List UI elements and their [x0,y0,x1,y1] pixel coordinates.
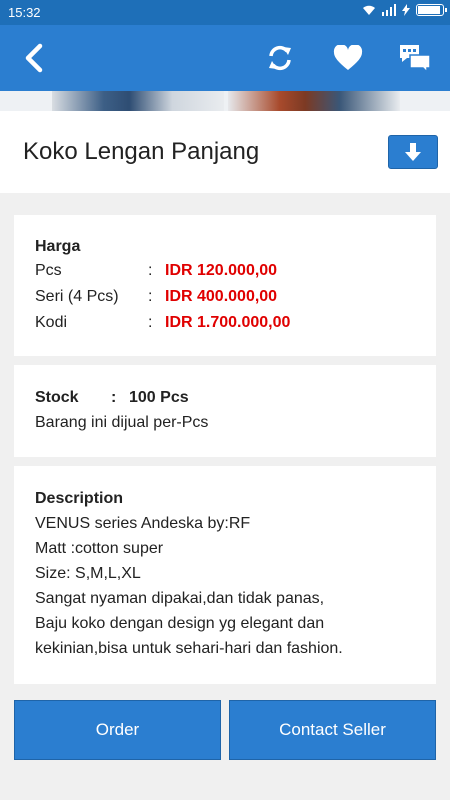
signal-icon [382,4,396,16]
stock-value: 100 Pcs [129,389,189,406]
stock-note: Barang ini dijual per-Pcs [35,414,209,431]
wifi-icon [363,5,375,15]
price-card: Harga Pcs : IDR 120.000,00 Seri (4 Pcs) … [14,215,436,356]
price-label-seri: Seri (4 Pcs) [35,288,119,305]
description-line: kekinian,bisa untuk sehari-hari dan fash… [35,640,343,657]
stock-sep: : [111,389,117,406]
back-arrow-icon [25,43,43,73]
price-sep-seri: : [148,288,153,305]
product-image-1[interactable] [52,91,224,111]
status-icons [362,4,447,16]
favorite-button[interactable] [330,40,366,76]
description-card: Description VENUS series Andeska by:RF M… [14,466,436,684]
back-button[interactable] [16,40,52,76]
refresh-icon [269,45,291,71]
description-line: Matt :cotton super [35,540,164,557]
status-bar: 15:32 [0,0,450,25]
product-image-strip[interactable] [0,91,450,111]
description-line: Sangat nyaman dipakai,dan tidak panas, [35,590,325,607]
download-button[interactable] [388,135,438,169]
charging-icon [402,4,410,16]
price-value-pcs: IDR 120.000,00 [165,262,278,279]
price-sep-kodi: : [148,314,153,331]
heart-icon [333,45,363,70]
description-line: Size: S,M,L,XL [35,565,141,582]
price-value-seri: IDR 400.000,00 [165,288,278,305]
refresh-button[interactable] [262,40,298,76]
order-button[interactable]: Order [14,700,221,760]
product-header: Koko Lengan Panjang [0,111,450,193]
download-arrow-icon [405,143,421,161]
product-image-2[interactable] [228,91,400,111]
price-heading: Harga [35,238,81,255]
price-value-kodi: IDR 1.700.000,00 [165,314,291,331]
price-label-kodi: Kodi [35,314,68,331]
description-line: VENUS series Andeska by:RF [35,515,251,532]
stock-label: Stock [35,389,79,406]
contact-seller-button[interactable]: Contact Seller [229,700,436,760]
chat-button[interactable] [397,40,433,76]
app-bar [0,25,450,91]
price-label-pcs: Pcs [35,262,62,279]
price-sep-pcs: : [148,262,153,279]
product-title: Koko Lengan Panjang [23,138,260,165]
description-heading: Description [35,490,124,507]
battery-icon [416,4,447,16]
stock-card: Stock : 100 Pcs Barang ini dijual per-Pc… [14,365,436,457]
chat-icon [400,45,431,73]
status-time: 15:32 [8,5,41,20]
description-line: Baju koko dengan design yg elegant dan [35,615,325,632]
battery-level [418,6,441,14]
